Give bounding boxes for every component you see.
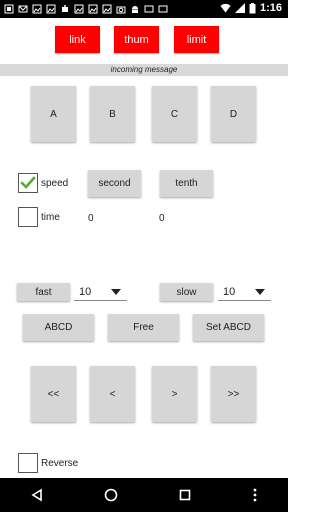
button-b[interactable]: B	[90, 86, 135, 142]
speed-checkbox[interactable]	[18, 173, 38, 193]
image-icon	[74, 4, 84, 14]
limit-button[interactable]: limit	[174, 26, 219, 53]
fast-button[interactable]: fast	[17, 283, 70, 301]
cast-icon	[144, 5, 154, 13]
link-button[interactable]: link	[55, 26, 100, 53]
last-button[interactable]: >>	[211, 366, 256, 422]
second-button[interactable]: second	[88, 170, 141, 197]
status-bar: 1:16	[0, 0, 288, 18]
previous-button[interactable]: <	[90, 366, 135, 422]
free-button[interactable]: Free	[108, 314, 179, 341]
robot-icon	[62, 5, 68, 12]
tenth-button[interactable]: tenth	[160, 170, 213, 197]
notification-icon	[4, 4, 14, 14]
more-options-icon[interactable]	[252, 488, 258, 502]
android-icon	[132, 6, 138, 13]
dropdown-arrow-icon	[111, 289, 121, 295]
navigation-bar	[0, 478, 288, 512]
thum-button[interactable]: thum	[114, 26, 159, 53]
fast-select-value: 10	[79, 285, 92, 298]
image-icon	[88, 4, 98, 14]
reverse-checkbox[interactable]	[18, 453, 38, 473]
mail-icon	[18, 5, 28, 13]
image-icon	[46, 4, 56, 14]
button-c[interactable]: C	[152, 86, 197, 142]
back-icon[interactable]	[30, 488, 44, 502]
status-left-icons	[4, 3, 168, 15]
slow-button[interactable]: slow	[160, 283, 213, 301]
first-button[interactable]: <<	[31, 366, 76, 422]
image-icon	[32, 4, 42, 14]
incoming-message-banner: incoming message	[0, 64, 288, 76]
camera-icon	[116, 6, 126, 14]
time-label: time	[41, 212, 60, 223]
reverse-label: Reverse	[41, 458, 79, 469]
home-icon[interactable]	[104, 488, 118, 502]
speed-label: speed	[41, 178, 69, 189]
dropdown-arrow-icon	[255, 289, 265, 295]
time-value-2: 0	[159, 213, 165, 224]
time-checkbox[interactable]	[18, 207, 38, 227]
button-a[interactable]: A	[31, 86, 76, 142]
status-time: 1:16	[259, 2, 282, 14]
image-icon	[102, 4, 112, 14]
set-abcd-button[interactable]: Set ABCD	[193, 314, 264, 341]
wifi-icon	[220, 3, 231, 13]
button-d[interactable]: D	[211, 86, 256, 142]
next-button[interactable]: >	[152, 366, 197, 422]
checkmark-icon	[20, 176, 36, 189]
status-right: 1:16	[220, 2, 282, 14]
time-value-1: 0	[88, 213, 94, 224]
abcd-button[interactable]: ABCD	[23, 314, 94, 341]
recents-icon[interactable]	[178, 488, 192, 502]
cast-icon	[158, 5, 168, 13]
fast-select[interactable]: 10	[74, 283, 127, 301]
slow-select[interactable]: 10	[218, 283, 271, 301]
battery-icon	[249, 2, 256, 13]
cellular-icon	[234, 3, 245, 13]
slow-select-value: 10	[223, 285, 236, 298]
